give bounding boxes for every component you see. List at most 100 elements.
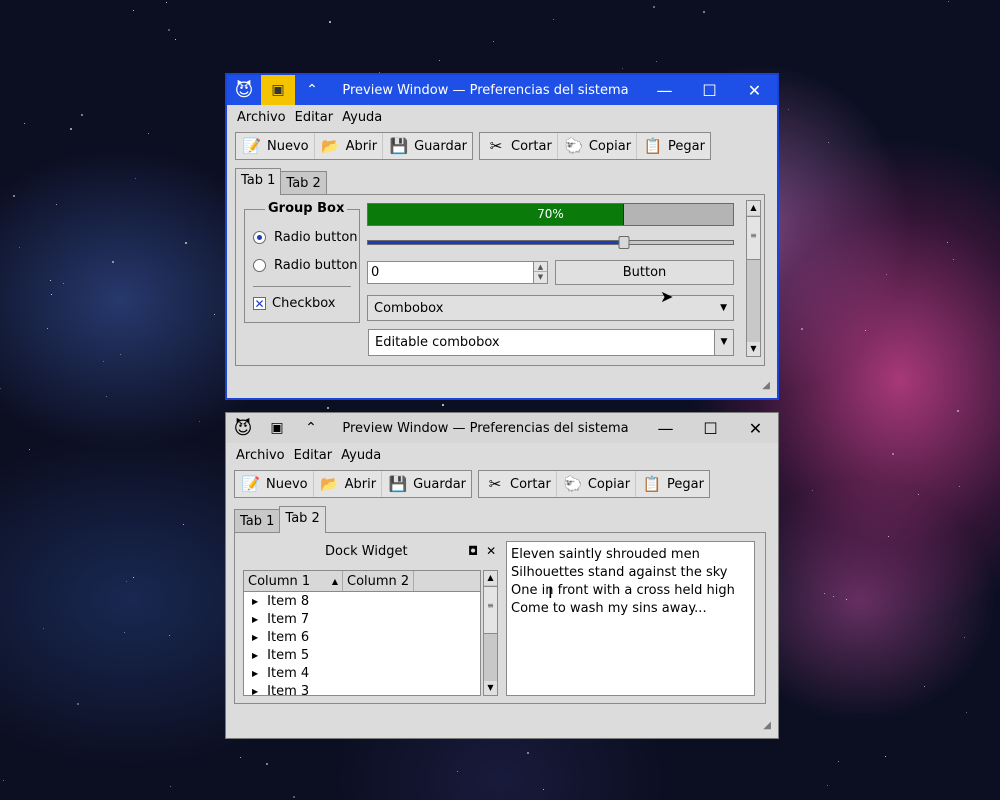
chevron-down-icon[interactable]: ▼	[720, 303, 727, 313]
star	[266, 763, 268, 765]
preview-window-active[interactable]: 😈 ▣ ⌃ Preview Window — Preferencias del …	[225, 73, 779, 400]
menu-editar[interactable]: Editar	[290, 447, 338, 467]
tab-1[interactable]: Tab 1	[234, 509, 281, 533]
expand-arrow-icon[interactable]: ▶	[252, 669, 258, 678]
cortar-button[interactable]: ✂ Cortar	[479, 471, 557, 497]
close-icon[interactable]: ✕	[732, 75, 777, 105]
close-icon[interactable]: ✕	[733, 413, 778, 443]
tree-item[interactable]: ▶ Item 8	[244, 592, 480, 610]
abrir-button[interactable]: 📂 Abrir	[314, 471, 383, 497]
tab-1[interactable]: Tab 1	[235, 168, 282, 195]
tree-item[interactable]: ▶ Item 6	[244, 628, 480, 646]
spin-down-icon[interactable]: ▼	[534, 272, 547, 282]
guardar-button[interactable]: 💾 Guardar	[382, 471, 471, 497]
tree-item-label: Item 8	[267, 593, 310, 609]
tree-item[interactable]: ▶ Item 4	[244, 664, 480, 682]
menu-ayuda[interactable]: Ayuda	[338, 109, 387, 129]
pegar-button[interactable]: 📋 Pegar	[637, 133, 710, 159]
abrir-button[interactable]: 📂 Abrir	[315, 133, 384, 159]
radio-button-1[interactable]: Radio button	[253, 230, 358, 245]
menu-ayuda[interactable]: Ayuda	[337, 447, 386, 467]
cortar-button[interactable]: ✂ Cortar	[480, 133, 558, 159]
minimize-icon[interactable]: —	[643, 413, 688, 443]
tree-view[interactable]: Column 1 ▲ Column 2 ▶ Item 8 ▶ Item 7 ▶ Ite…	[243, 570, 481, 696]
menu-archivo[interactable]: Archivo	[232, 447, 290, 467]
expand-arrow-icon[interactable]: ▶	[252, 651, 258, 660]
text-edit[interactable]: Eleven saintly shrouded men Silhouettes …	[506, 541, 755, 696]
spin-up-icon[interactable]: ▲	[534, 262, 547, 272]
star	[527, 752, 529, 754]
spinbox-value[interactable]: 0	[371, 265, 379, 280]
scroll-up-icon[interactable]: ▲	[484, 571, 497, 585]
copiar-button[interactable]: 🐑 Copiar	[558, 133, 638, 159]
beastie-mascot-icon[interactable]: 😈	[226, 413, 260, 443]
floppy-disk-icon: 💾	[388, 475, 408, 493]
tree-item[interactable]: ▶ Item 5	[244, 646, 480, 664]
keep-above-button[interactable]: ⌃	[294, 413, 328, 443]
column-header-2[interactable]: Column 2	[343, 571, 415, 591]
spinbox[interactable]: 0 ▲ ▼	[367, 261, 548, 284]
radio-indicator-checked[interactable]	[253, 231, 266, 244]
expand-arrow-icon[interactable]: ▶	[252, 597, 258, 606]
maximize-icon[interactable]: ☐	[688, 413, 733, 443]
vertical-scrollbar[interactable]: ▲ ≡ ▼	[746, 200, 761, 357]
file-toolbar-group: 📝 Nuevo 📂 Abrir 💾 Guardar	[234, 470, 473, 498]
radio-indicator[interactable]	[253, 259, 266, 272]
slider-handle[interactable]	[618, 236, 629, 249]
tab-2[interactable]: Tab 2	[280, 171, 327, 195]
menu-editar[interactable]: Editar	[291, 109, 339, 129]
push-button[interactable]: Button	[555, 260, 734, 285]
expand-arrow-icon[interactable]: ▶	[252, 615, 258, 624]
shade-button[interactable]: ▣	[260, 413, 294, 443]
tab-2[interactable]: Tab 2	[279, 506, 326, 533]
shade-button[interactable]: ▣	[261, 75, 295, 105]
minimize-icon[interactable]: —	[642, 75, 687, 105]
checkbox[interactable]: ✕ Checkbox	[253, 296, 336, 311]
radio-label-2: Radio button	[274, 258, 358, 273]
nuevo-button[interactable]: 📝 Nuevo	[236, 133, 315, 159]
close-icon[interactable]: ✕	[486, 544, 496, 558]
tree-scrollbar[interactable]: ▲ ≡ ▼	[483, 570, 498, 696]
nuevo-button[interactable]: 📝 Nuevo	[235, 471, 314, 497]
scroll-down-icon[interactable]: ▼	[747, 342, 760, 356]
keep-above-button[interactable]: ⌃	[295, 75, 329, 105]
tree-item[interactable]: ▶ Item 7	[244, 610, 480, 628]
guardar-button[interactable]: 💾 Guardar	[383, 133, 472, 159]
window-title: Preview Window — Preferencias del sistem…	[342, 420, 629, 436]
editable-combobox-value[interactable]: Editable combobox	[375, 335, 500, 350]
expand-arrow-icon[interactable]: ▶	[252, 687, 258, 696]
beastie-mascot-icon[interactable]: 😈	[227, 75, 261, 105]
editable-combobox[interactable]: Editable combobox ▼	[368, 329, 734, 356]
scroll-thumb[interactable]: ≡	[484, 586, 497, 634]
float-icon[interactable]: ◘	[468, 544, 478, 558]
slider[interactable]	[367, 236, 734, 249]
star	[957, 410, 959, 412]
titlebar[interactable]: 😈 ▣ ⌃ Preview Window — Preferencias del …	[227, 75, 777, 105]
star	[43, 628, 44, 629]
combobox[interactable]: Combobox ▼	[367, 295, 734, 321]
expand-arrow-icon[interactable]: ▶	[252, 633, 258, 642]
scroll-up-icon[interactable]: ▲	[747, 201, 760, 215]
dock-widget-title: Dock Widget	[325, 544, 408, 559]
new-document-icon: 📝	[241, 475, 261, 493]
checkbox-indicator[interactable]: ✕	[253, 297, 266, 310]
scroll-thumb[interactable]: ≡	[747, 216, 760, 260]
sort-ascending-icon: ▲	[331, 576, 338, 586]
copiar-button[interactable]: 🐑 Copiar	[557, 471, 637, 497]
titlebar[interactable]: 😈 ▣ ⌃ Preview Window — Preferencias del …	[226, 413, 778, 443]
resize-grip-icon[interactable]: ◢	[763, 720, 771, 731]
menu-archivo[interactable]: Archivo	[233, 109, 291, 129]
group-box: Group Box Radio button Radio button ✕ Ch…	[244, 201, 360, 323]
chevron-down-icon[interactable]: ▼	[714, 330, 733, 355]
star	[493, 41, 494, 42]
radio-button-2[interactable]: Radio button	[253, 258, 358, 273]
tree-item[interactable]: ▶ Item 3	[244, 682, 480, 696]
pegar-button[interactable]: 📋 Pegar	[636, 471, 709, 497]
checkbox-label: Checkbox	[272, 296, 336, 311]
scroll-down-icon[interactable]: ▼	[484, 681, 497, 695]
preview-window-inactive[interactable]: 😈 ▣ ⌃ Preview Window — Preferencias del …	[225, 412, 779, 739]
resize-grip-icon[interactable]: ◢	[762, 380, 770, 391]
maximize-icon[interactable]: ☐	[687, 75, 732, 105]
open-folder-icon: 📂	[321, 137, 340, 155]
column-header-1[interactable]: Column 1 ▲	[244, 571, 343, 591]
